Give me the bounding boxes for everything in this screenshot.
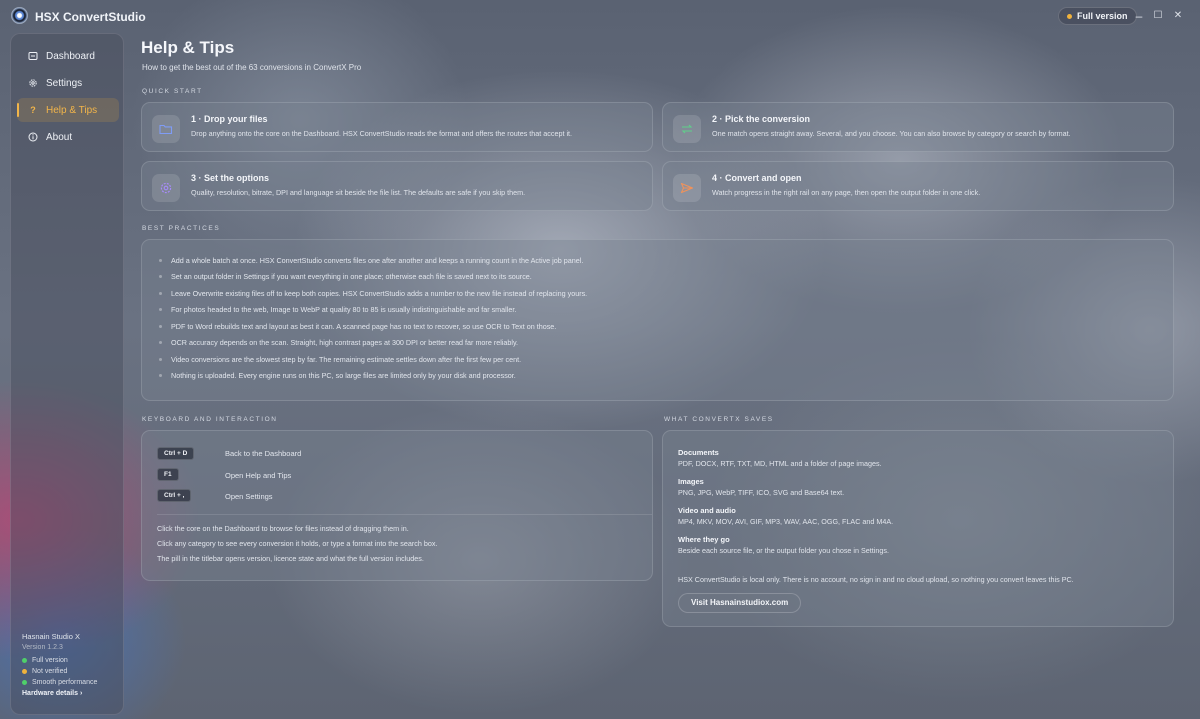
quick-start-card-options: 3 · Set the options Quality, resolution,… <box>141 161 653 211</box>
minimize-button[interactable]: – <box>1130 8 1148 24</box>
version-pill-label: Full version <box>1077 11 1128 21</box>
studio-name: Hasnain Studio X <box>22 632 80 641</box>
page-subtitle: How to get the best out of the 63 conver… <box>142 63 362 72</box>
saves-card: Documents PDF, DOCX, RTF, TXT, MD, HTML … <box>662 430 1174 627</box>
card-title: 3 · Set the options <box>191 173 270 183</box>
bullet-icon <box>159 259 162 262</box>
sidebar-item-label: About <box>46 131 73 143</box>
sidebar: Dashboard Settings ? Help & Tips About H… <box>10 33 124 715</box>
hardware-details-link[interactable]: Hardware details › <box>22 690 118 697</box>
status-dot-icon <box>22 669 27 674</box>
status-full-version: Full version <box>22 657 118 664</box>
quick-start-card-drop: 1 · Drop your files Drop anything onto t… <box>141 102 653 152</box>
keyboard-label: KEYBOARD AND INTERACTION <box>142 416 278 423</box>
saves-group-text: PNG, JPG, WebP, TIFF, ICO, SVG and Base6… <box>678 488 845 497</box>
shortcut-desc: Open Help and Tips <box>225 471 292 480</box>
sidebar-item-help[interactable]: ? Help & Tips <box>17 98 119 122</box>
titlebar: HSX ConvertStudio Full version – ☐ ✕ <box>0 0 1200 32</box>
sidebar-footer: Hasnain Studio X Version 1.2.3 Full vers… <box>22 632 118 697</box>
best-practices-card: Add a whole batch at once. HSX ConvertSt… <box>141 239 1174 401</box>
status-label: Smooth performance <box>32 679 98 686</box>
help-icon: ? <box>30 105 36 115</box>
swap-icon <box>673 115 701 143</box>
saves-group-title: Images <box>678 477 704 486</box>
keyboard-card: Ctrl + D Back to the Dashboard F1 Open H… <box>141 430 653 581</box>
send-icon <box>673 174 701 202</box>
card-text: Watch progress in the right rail on any … <box>712 188 981 197</box>
bullet-icon <box>159 325 162 328</box>
saves-group-title: Where they go <box>678 535 730 544</box>
list-item: Leave Overwrite existing files off to ke… <box>171 289 588 298</box>
sidebar-item-about[interactable]: About <box>17 125 119 149</box>
shortcut-key: Ctrl + D <box>157 447 195 460</box>
quick-start-card-pick: 2 · Pick the conversion One match opens … <box>662 102 1174 152</box>
card-text: Quality, resolution, bitrate, DPI and la… <box>191 188 526 197</box>
card-text: Drop anything onto the core on the Dashb… <box>191 129 573 138</box>
bullet-icon <box>159 358 162 361</box>
list-item: Nothing is uploaded. Every engine runs o… <box>171 371 516 380</box>
app-logo-icon <box>11 7 28 24</box>
status-not-verified: Not verified <box>22 668 118 675</box>
sidebar-item-label: Dashboard <box>46 50 95 62</box>
sidebar-item-label: Settings <box>46 77 83 89</box>
bullet-icon <box>159 341 162 344</box>
status-dot-icon <box>1067 13 1072 19</box>
info-icon <box>28 132 38 142</box>
visit-website-button[interactable]: Visit Hasnainstudiox.com <box>678 593 802 613</box>
app-version: Version 1.2.3 <box>22 644 63 651</box>
list-item: For photos headed to the web, Image to W… <box>171 305 517 314</box>
list-item: Set an output folder in Settings if you … <box>171 272 532 281</box>
gear-icon <box>28 78 38 88</box>
status-dot-icon <box>22 658 27 663</box>
folder-icon <box>152 115 180 143</box>
sidebar-item-settings[interactable]: Settings <box>17 71 119 95</box>
sidebar-item-label: Help & Tips <box>46 104 98 116</box>
list-item: OCR accuracy depends on the scan. Straig… <box>171 338 519 347</box>
maximize-button[interactable]: ☐ <box>1149 8 1167 24</box>
saves-group-text: Beside each source file, or the output f… <box>678 546 889 555</box>
card-title: 4 · Convert and open <box>712 173 802 183</box>
saves-group-title: Documents <box>678 448 719 457</box>
list-item: Video conversions are the slowest step b… <box>171 355 522 364</box>
bullet-icon <box>159 292 162 295</box>
interaction-note: Click the core on the Dashboard to brows… <box>157 524 409 533</box>
bullet-icon <box>159 374 162 377</box>
saves-group-text: PDF, DOCX, RTF, TXT, MD, HTML and a fold… <box>678 459 882 468</box>
best-practices-label: BEST PRACTICES <box>142 225 221 232</box>
shortcut-key: Ctrl + , <box>157 489 192 502</box>
divider <box>157 514 652 515</box>
list-item: Add a whole batch at once. HSX ConvertSt… <box>171 256 584 265</box>
saves-label: WHAT CONVERTX SAVES <box>664 416 774 423</box>
bullet-icon <box>159 275 162 278</box>
version-pill[interactable]: Full version <box>1058 7 1137 25</box>
shortcut-key: F1 <box>157 468 179 481</box>
bullet-icon <box>159 308 162 311</box>
shortcut-desc: Open Settings <box>225 492 273 501</box>
privacy-note: HSX ConvertStudio is local only. There i… <box>678 575 1074 584</box>
quick-start-card-convert: 4 · Convert and open Watch progress in t… <box>662 161 1174 211</box>
card-title: 2 · Pick the conversion <box>712 114 811 124</box>
quick-start-label: QUICK START <box>142 88 203 95</box>
saves-group-text: MP4, MKV, MOV, AVI, GIF, MP3, WAV, AAC, … <box>678 517 894 526</box>
interaction-note: Click any category to see every conversi… <box>157 539 438 548</box>
interaction-note: The pill in the titlebar opens version, … <box>157 554 424 563</box>
status-dot-icon <box>22 680 27 685</box>
close-button[interactable]: ✕ <box>1169 8 1187 24</box>
status-label: Full version <box>32 657 68 664</box>
saves-group-title: Video and audio <box>678 506 736 515</box>
card-title: 1 · Drop your files <box>191 114 268 124</box>
card-text: One match opens straight away. Several, … <box>712 129 1071 138</box>
status-label: Not verified <box>32 668 68 675</box>
shortcut-desc: Back to the Dashboard <box>225 449 302 458</box>
list-item: PDF to Word rebuilds text and layout as … <box>171 322 557 331</box>
dashboard-icon <box>28 51 38 61</box>
page-title: Help & Tips <box>141 38 235 57</box>
sidebar-item-dashboard[interactable]: Dashboard <box>17 44 119 68</box>
app-title: HSX ConvertStudio <box>35 10 146 24</box>
status-performance: Smooth performance <box>22 679 118 686</box>
gear-icon <box>152 174 180 202</box>
